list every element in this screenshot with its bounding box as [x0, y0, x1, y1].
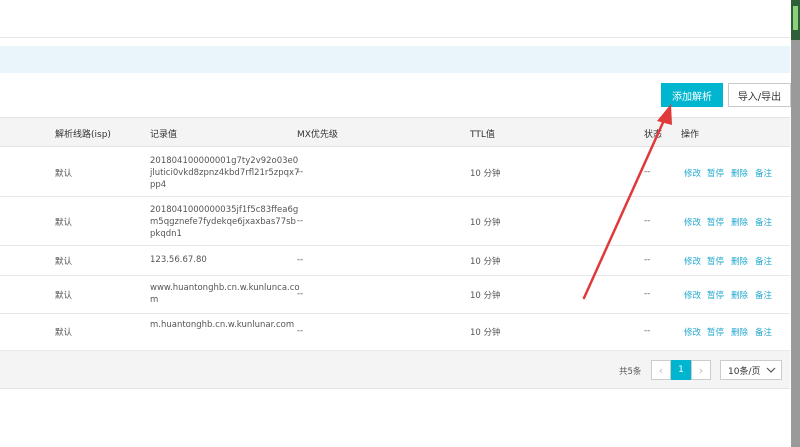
pagination-bar: 共5条 ‹ 1 › 10条/页 [0, 351, 790, 389]
header-isp: 解析线路(isp) [55, 130, 111, 140]
page-size-select[interactable]: 10条/页 [720, 360, 782, 380]
chevron-right-icon: › [698, 363, 704, 377]
delete-link[interactable]: 删除 [731, 255, 748, 267]
prev-page-button[interactable]: ‹ [651, 360, 671, 380]
table-row: 默认 www.huantonghb.cn.w.kunlunca.com -- 1… [0, 276, 790, 314]
current-page-button[interactable]: 1 [671, 360, 691, 380]
note-link[interactable]: 备注 [755, 167, 772, 179]
note-link[interactable]: 备注 [755, 326, 772, 338]
chevron-down-icon [766, 367, 776, 373]
next-page-button[interactable]: › [691, 360, 711, 380]
cell-status: -- [644, 216, 651, 226]
cell-isp: 默认 [55, 328, 73, 338]
table-header: 解析线路(isp) 记录值 MX优先级 TTL值 状态 操作 [0, 117, 790, 147]
cell-ttl: 10 分钟 [470, 257, 501, 267]
cell-value: 201804100000001g7ty2v92o03e0jlutici0vkd8… [150, 156, 300, 190]
edit-link[interactable]: 修改 [684, 167, 701, 179]
cell-ttl: 10 分钟 [470, 291, 501, 301]
header-status: 状态 [644, 130, 663, 140]
delete-link[interactable]: 删除 [731, 326, 748, 338]
header-ttl: TTL值 [470, 130, 495, 140]
cell-status: -- [644, 289, 651, 299]
delete-link[interactable]: 删除 [731, 289, 748, 301]
cell-isp: 默认 [55, 169, 73, 179]
import-export-button[interactable]: 导入/导出 [728, 83, 791, 107]
cell-mx: -- [297, 216, 304, 226]
pause-link[interactable]: 暂停 [707, 216, 724, 228]
cell-isp: 默认 [55, 291, 73, 301]
cell-mx: -- [297, 326, 304, 336]
note-link[interactable]: 备注 [755, 216, 772, 228]
pause-link[interactable]: 暂停 [707, 326, 724, 338]
add-record-button[interactable]: 添加解析 [661, 83, 723, 107]
header-ops: 操作 [681, 130, 700, 140]
header-value: 记录值 [150, 130, 178, 140]
table-row: 默认 2018041000000035jf1f5c83ffea6gm5qgzne… [0, 197, 790, 246]
edit-link[interactable]: 修改 [684, 289, 701, 301]
cell-mx: -- [297, 167, 304, 177]
cell-ttl: 10 分钟 [470, 169, 501, 179]
edit-link[interactable]: 修改 [684, 216, 701, 228]
header-mx: MX优先级 [297, 130, 338, 140]
note-link[interactable]: 备注 [755, 289, 772, 301]
pause-link[interactable]: 暂停 [707, 255, 724, 267]
pause-link[interactable]: 暂停 [707, 167, 724, 179]
total-count: 共5条 [619, 367, 642, 377]
cell-value: 2018041000000035jf1f5c83ffea6gm5qgznefe7… [150, 205, 299, 239]
delete-link[interactable]: 删除 [731, 167, 748, 179]
top-divider [0, 37, 790, 38]
cell-status: -- [644, 255, 651, 265]
cell-value: m.huantonghb.cn.w.kunlunar.com [150, 320, 295, 330]
table-row: 默认 m.huantonghb.cn.w.kunlunar.com -- 10 … [0, 314, 790, 351]
edit-link[interactable]: 修改 [684, 326, 701, 338]
cell-mx: -- [297, 289, 304, 299]
cell-isp: 默认 [55, 218, 73, 228]
notice-bar [0, 46, 790, 73]
cell-value: www.huantonghb.cn.w.kunlunca.com [150, 283, 300, 305]
cell-status: -- [644, 167, 651, 177]
window-edge [791, 0, 800, 447]
cell-value: 123.56.67.80 [150, 255, 207, 265]
cell-isp: 默认 [55, 257, 73, 267]
pause-link[interactable]: 暂停 [707, 289, 724, 301]
page-size-label: 10条/页 [728, 366, 761, 377]
edit-link[interactable]: 修改 [684, 255, 701, 267]
delete-link[interactable]: 删除 [731, 216, 748, 228]
table-row: 默认 201804100000001g7ty2v92o03e0jlutici0v… [0, 148, 790, 197]
note-link[interactable]: 备注 [755, 255, 772, 267]
cell-ttl: 10 分钟 [470, 328, 501, 338]
cell-ttl: 10 分钟 [470, 218, 501, 228]
table-row: 默认 123.56.67.80 -- 10 分钟 -- 修改 暂停 删除 备注 [0, 246, 790, 276]
app-tile-icon [791, 0, 800, 40]
chevron-left-icon: ‹ [658, 363, 664, 377]
cell-mx: -- [297, 255, 304, 265]
cell-status: -- [644, 326, 651, 336]
